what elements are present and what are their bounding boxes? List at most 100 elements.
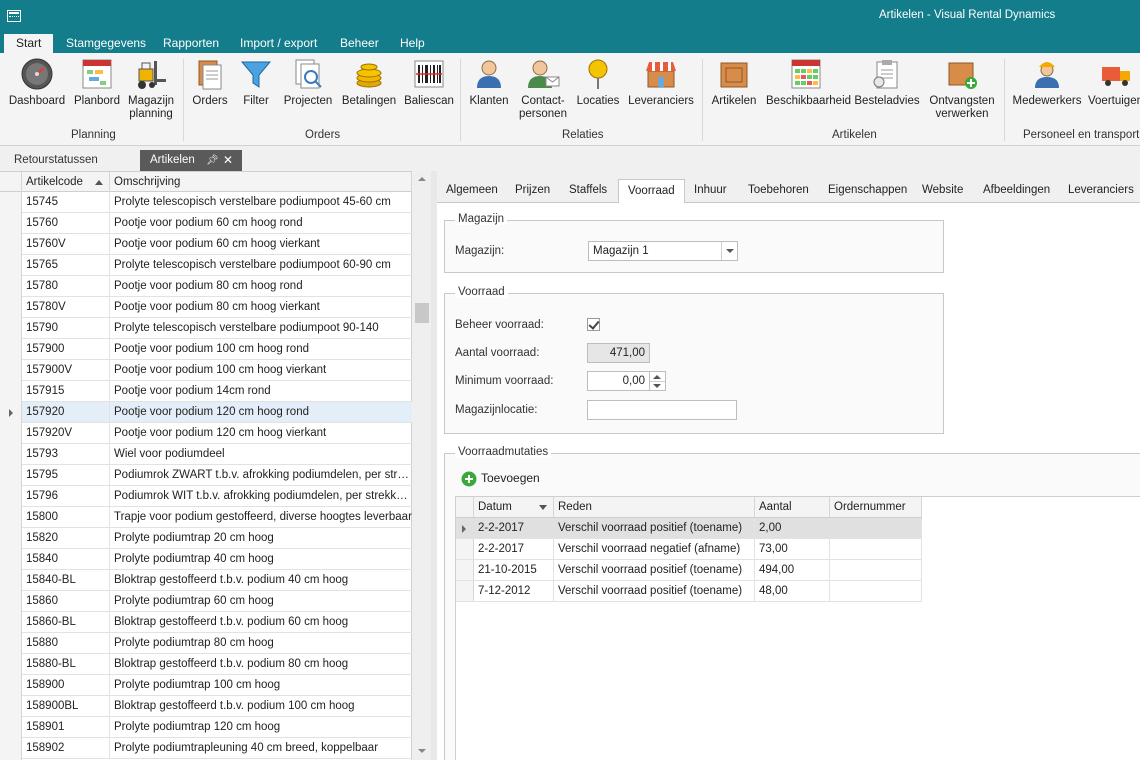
artikelen-button[interactable]: Artikelen <box>710 57 758 108</box>
doc-tab-artikelen[interactable]: Artikelen 📌︎ ✕ <box>140 150 242 171</box>
contactpersonen-button[interactable]: Contact- personen <box>516 57 570 121</box>
leveranciers-button[interactable]: Leveranciers <box>628 57 694 108</box>
app-icon[interactable] <box>7 10 21 22</box>
table-row[interactable]: 15840-BL Bloktrap gestoffeerd t.b.v. podi… <box>22 570 412 591</box>
table-row[interactable]: 15765 Prolyte telescopisch verstelbare po… <box>22 255 412 276</box>
tab-inhuur[interactable]: Inhuur <box>685 179 736 203</box>
menu-beheer[interactable]: Beheer <box>340 34 379 53</box>
column-header-aantal[interactable]: Aantal <box>755 497 830 517</box>
column-header-datum[interactable]: Datum <box>474 497 554 517</box>
close-icon[interactable]: ✕ <box>223 150 233 171</box>
voertuigen-button[interactable]: Voertuigen <box>1088 57 1140 108</box>
table-row[interactable]: 158901 Prolyte podiumtrap 120 cm hoog <box>22 717 412 738</box>
table-row[interactable]: 21-10-2015 Verschil voorraad positief (to… <box>456 560 922 581</box>
detail-tabs: Algemeen Prijzen Staffels Voorraad Inhuu… <box>437 179 1140 204</box>
scroll-up-icon[interactable] <box>418 177 426 181</box>
tab-afbeeldingen[interactable]: Afbeeldingen <box>974 179 1059 203</box>
menu-import-export[interactable]: Import / export <box>240 34 317 53</box>
magazijn-planning-button[interactable]: Magazijn planning <box>128 57 174 121</box>
table-row[interactable]: 15800 Trapje voor podium gestoffeerd, div… <box>22 507 412 528</box>
tab-toebehoren[interactable]: Toebehoren <box>739 179 818 203</box>
orders-button[interactable]: Orders <box>190 57 230 108</box>
table-row[interactable]: 15860-BL Bloktrap gestoffeerd t.b.v. podi… <box>22 612 412 633</box>
menu-stamgegevens[interactable]: Stamgegevens <box>66 34 146 53</box>
tab-staffels[interactable]: Staffels <box>560 179 616 203</box>
magazijnlocatie-field[interactable] <box>587 400 737 420</box>
table-row[interactable]: 15796 Podiumrok WIT t.b.v. afrokking podi… <box>22 486 412 507</box>
doc-tab-retourstatussen[interactable]: Retourstatussen <box>4 150 108 171</box>
betalingen-button[interactable]: Betalingen <box>341 57 397 108</box>
menu-help[interactable]: Help <box>400 34 425 53</box>
dashboard-button[interactable]: Dashboard <box>8 57 66 108</box>
scroll-thumb[interactable] <box>415 303 429 323</box>
table-row[interactable]: 15780 Pootje voor podium 80 cm hoog rond <box>22 276 412 297</box>
magazijn-select[interactable]: Magazijn 1 <box>588 241 738 261</box>
table-row[interactable]: 157920V Pootje voor podium 120 cm hoog vi… <box>22 423 412 444</box>
cell-omschrijving: Prolyte telescopisch verstelbare podiump… <box>114 259 391 271</box>
table-row[interactable]: 15760V Pootje voor podium 60 cm hoog vier… <box>22 234 412 255</box>
table-row[interactable]: 15820 Prolyte podiumtrap 20 cm hoog <box>22 528 412 549</box>
table-row[interactable]: 15790 Prolyte telescopisch verstelbare po… <box>22 318 412 339</box>
menu-bar: Start Stamgegevens Rapporten Import / ex… <box>0 34 1140 53</box>
planbord-button[interactable]: Planbord <box>72 57 122 108</box>
detail-panel: Algemeen Prijzen Staffels Voorraad Inhuu… <box>437 171 1140 760</box>
scroll-down-icon[interactable] <box>418 749 426 753</box>
tab-website[interactable]: Website <box>913 179 972 203</box>
minimum-voorraad-spinner[interactable] <box>650 371 666 391</box>
cell-omschrijving: Pootje voor podium 100 cm hoog rond <box>114 343 309 355</box>
spin-up-icon[interactable] <box>653 375 661 379</box>
column-header-artikelcode[interactable]: Artikelcode <box>22 172 110 192</box>
column-header-ordernummer[interactable]: Ordernummer <box>830 497 922 517</box>
beheer-voorraad-checkbox[interactable] <box>587 318 600 331</box>
table-row[interactable]: 157900V Pootje voor podium 100 cm hoog vi… <box>22 360 412 381</box>
tab-eigenschappen[interactable]: Eigenschappen <box>819 179 916 203</box>
table-row[interactable]: 157920 Pootje voor podium 120 cm hoog ron… <box>22 402 412 423</box>
besteladvies-button[interactable]: Besteladvies <box>854 57 920 108</box>
cell-omschrijving: Pootje voor podium 60 cm hoog vierkant <box>114 238 320 250</box>
table-row[interactable]: 157915 Pootje voor podium 14cm rond <box>22 381 412 402</box>
table-row[interactable]: 2-2-2017 Verschil voorraad positief (toen… <box>456 518 922 539</box>
table-row[interactable]: 15793 Wiel voor podiumdeel <box>22 444 412 465</box>
ontvangsten-verwerken-button[interactable]: Ontvangsten verwerken <box>928 57 996 121</box>
table-row[interactable]: 7-12-2012 Verschil voorraad positief (toe… <box>456 581 922 602</box>
table-row[interactable]: 158902 Prolyte podiumtrapleuning 40 cm br… <box>22 738 412 759</box>
tab-voorraad[interactable]: Voorraad <box>618 179 685 204</box>
cell-omschrijving: Pootje voor podium 80 cm hoog vierkant <box>114 301 320 313</box>
projecten-icon <box>291 57 325 91</box>
menu-start[interactable]: Start <box>4 34 54 53</box>
table-row[interactable]: 15780V Pootje voor podium 80 cm hoog vier… <box>22 297 412 318</box>
chevron-down-icon[interactable] <box>721 242 737 260</box>
table-row[interactable]: 15840 Prolyte podiumtrap 40 cm hoog <box>22 549 412 570</box>
menu-rapporten[interactable]: Rapporten <box>163 34 219 53</box>
locaties-button[interactable]: Locaties <box>576 57 620 108</box>
klanten-button[interactable]: Klanten <box>468 57 510 108</box>
table-row[interactable]: 157900 Pootje voor podium 100 cm hoog ron… <box>22 339 412 360</box>
table-row[interactable]: 15760 Pootje voor podium 60 cm hoog rond <box>22 213 412 234</box>
voorraadmutaties-group: Voorraadmutaties Toevoegen Datum Reden A… <box>444 446 1140 760</box>
column-header-omschrijving[interactable]: Omschrijving <box>110 172 412 192</box>
table-row[interactable]: 15860 Prolyte podiumtrap 60 cm hoog <box>22 591 412 612</box>
tab-algemeen[interactable]: Algemeen <box>437 179 507 203</box>
cell-artikelcode: 15760V <box>22 234 110 255</box>
projecten-button[interactable]: Projecten <box>282 57 334 108</box>
tab-leveranciers[interactable]: Leveranciers <box>1059 179 1140 203</box>
filter-button[interactable]: Filter <box>238 57 274 108</box>
baliescan-button[interactable]: Baliescan <box>404 57 454 108</box>
table-row[interactable]: 15880-BL Bloktrap gestoffeerd t.b.v. podi… <box>22 654 412 675</box>
pin-icon[interactable]: 📌︎ <box>206 150 219 171</box>
group-separator <box>1004 59 1005 141</box>
table-row[interactable]: 2-2-2017 Verschil voorraad negatief (afna… <box>456 539 922 560</box>
vertical-scrollbar[interactable] <box>413 171 431 760</box>
medewerkers-button[interactable]: Medewerkers <box>1012 57 1082 108</box>
table-row[interactable]: 15880 Prolyte podiumtrap 80 cm hoog <box>22 633 412 654</box>
table-row[interactable]: 15795 Podiumrok ZWART t.b.v. afrokking po… <box>22 465 412 486</box>
column-header-reden[interactable]: Reden <box>554 497 755 517</box>
spin-down-icon[interactable] <box>653 384 661 388</box>
table-row[interactable]: 158900BL Bloktrap gestoffeerd t.b.v. podi… <box>22 696 412 717</box>
table-row[interactable]: 15745 Prolyte telescopisch verstelbare po… <box>22 192 412 213</box>
minimum-voorraad-field[interactable]: 0,00 <box>587 371 650 391</box>
beschikbaarheid-button[interactable]: Beschikbaarheid <box>766 57 851 108</box>
tab-prijzen[interactable]: Prijzen <box>506 179 559 203</box>
table-row[interactable]: 158900 Prolyte podiumtrap 100 cm hoog <box>22 675 412 696</box>
clipboard-icon <box>870 57 904 91</box>
